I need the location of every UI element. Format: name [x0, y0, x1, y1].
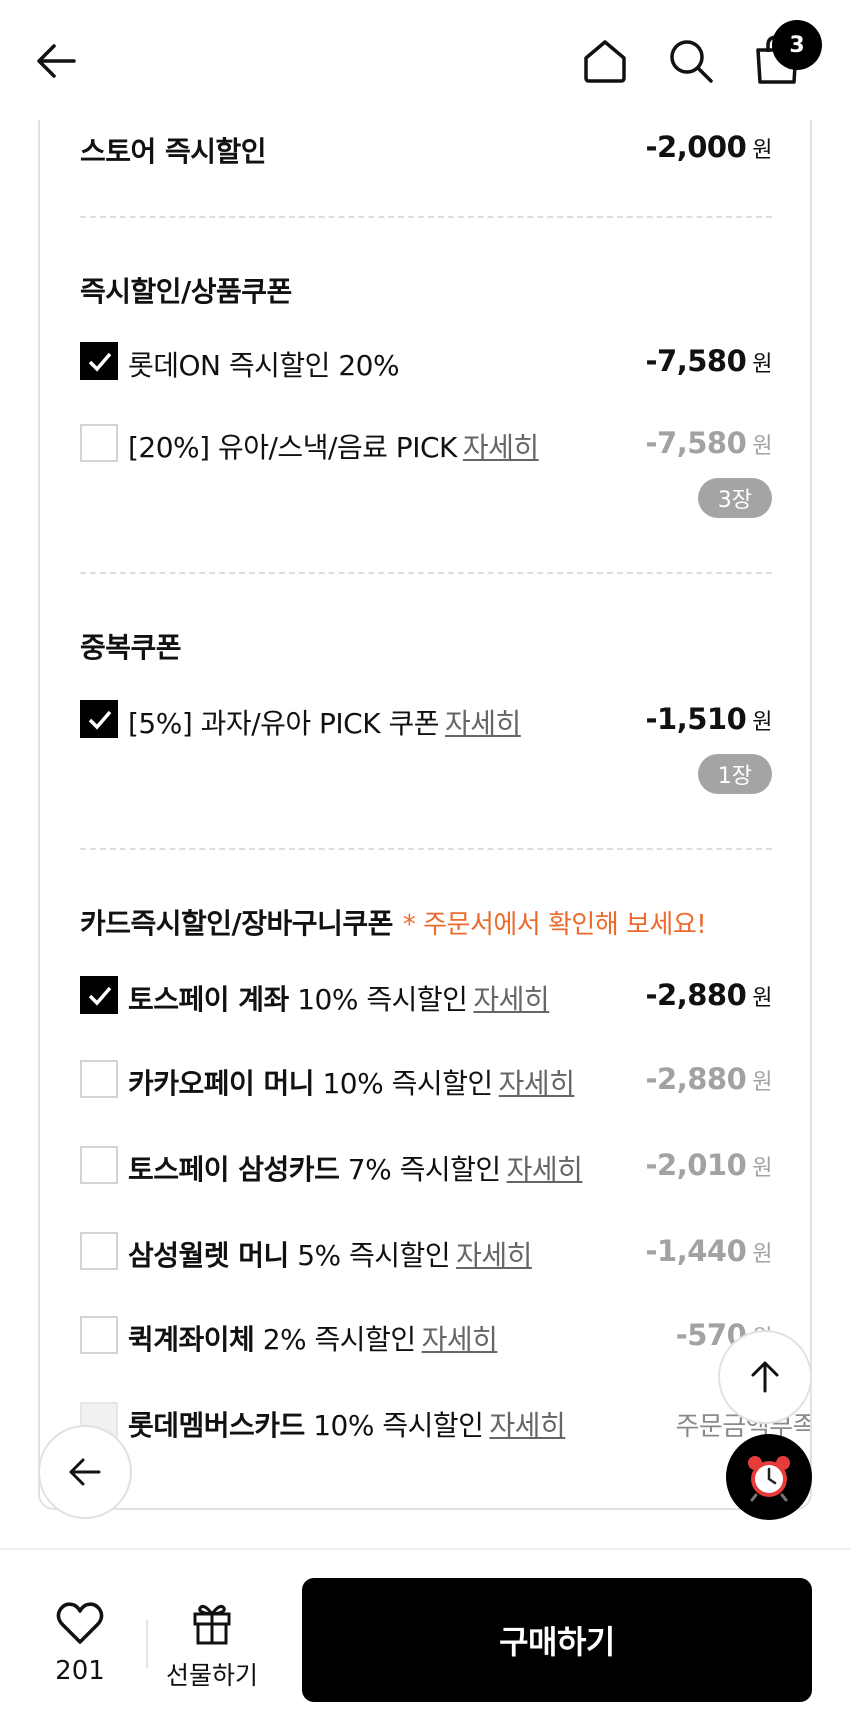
snack-pick-amount: -7,580 원 — [645, 426, 772, 460]
divider — [80, 848, 772, 850]
floating-back-button[interactable] — [38, 1425, 132, 1519]
detail-link[interactable]: 자세히 — [473, 983, 549, 1016]
gift-button[interactable]: 선물하기 — [160, 1598, 264, 1698]
instant-coupon-title: 즉시할인/상품쿠폰 — [80, 275, 292, 308]
lotte-members-label: 롯데멤버스카드 10% 즉시할인 자세히 — [128, 1409, 566, 1442]
snack-pick-label: [20%] 유아/스낵/음료 PICK 자세히 — [128, 431, 539, 464]
snack-baby-pick-amount: -1,510 원 — [645, 702, 772, 736]
back-arrow-icon[interactable] — [30, 34, 84, 88]
checkbox-quick-transfer[interactable] — [80, 1316, 118, 1354]
bottom-action-bar: 201 선물하기 구매하기 — [0, 1548, 850, 1728]
detail-link[interactable]: 자세히 — [507, 1153, 583, 1186]
quick-transfer-label: 퀵계좌이체 2% 즉시할인 자세히 — [128, 1323, 498, 1356]
duplicate-coupon-title: 중복쿠폰 — [80, 631, 182, 664]
alarm-clock-icon — [748, 1456, 790, 1502]
card-discount-title: 카드즉시할인/장바구니쿠폰 * 주문서에서 확인해 보세요! — [80, 907, 707, 940]
store-discount-amount: -2,000 원 — [645, 130, 772, 164]
like-count: 201 — [55, 1656, 105, 1686]
checkbox-kakaopay-money[interactable] — [80, 1060, 118, 1098]
divider — [80, 572, 772, 574]
heart-icon — [56, 1602, 104, 1644]
tosspay-samsung-amount: -2,010 원 — [645, 1148, 772, 1182]
checkbox-samsung-wallet[interactable] — [80, 1232, 118, 1270]
store-discount-label: 스토어 즉시할인 — [80, 135, 267, 168]
lotteon-instant-label: 롯데ON 즉시할인 20% — [128, 349, 400, 382]
checkbox-tosspay-account[interactable] — [80, 976, 118, 1014]
tosspay-samsung-label: 토스페이 삼성카드 7% 즉시할인 자세히 — [128, 1153, 583, 1186]
search-icon[interactable] — [664, 34, 718, 88]
detail-link[interactable]: 자세히 — [463, 431, 539, 464]
checkbox-tosspay-samsung[interactable] — [80, 1146, 118, 1184]
lotteon-instant-amount: -7,580 원 — [645, 344, 772, 378]
top-header: 3 — [0, 0, 850, 120]
alarm-clock-button[interactable] — [726, 1434, 812, 1520]
cart-count-badge: 3 — [772, 20, 822, 70]
coupon-count-badge: 1장 — [697, 754, 772, 794]
checkbox-lotteon-instant[interactable] — [80, 342, 118, 380]
divider — [80, 216, 772, 218]
detail-link[interactable]: 자세히 — [499, 1067, 575, 1100]
buy-button[interactable]: 구매하기 — [302, 1578, 812, 1702]
arrow-left-icon — [69, 1458, 101, 1486]
checkbox-snack-baby-pick[interactable] — [80, 700, 118, 738]
card-discount-note: * 주문서에서 확인해 보세요! — [402, 910, 707, 940]
detail-link[interactable]: 자세히 — [456, 1239, 532, 1272]
arrow-up-icon — [751, 1361, 779, 1393]
gift-icon — [193, 1605, 231, 1645]
samsung-wallet-label: 삼성월렛 머니 5% 즉시할인 자세히 — [128, 1239, 532, 1272]
samsung-wallet-amount: -1,440 원 — [645, 1234, 772, 1268]
detail-link[interactable]: 자세히 — [445, 707, 521, 740]
tosspay-account-label: 토스페이 계좌 10% 즉시할인 자세히 — [128, 983, 550, 1016]
detail-link[interactable]: 자세히 — [422, 1323, 498, 1356]
snack-baby-pick-label: [5%] 과자/유아 PICK 쿠폰 자세히 — [128, 707, 521, 740]
kakaopay-money-label: 카카오페이 머니 10% 즉시할인 자세히 — [128, 1067, 575, 1100]
kakaopay-money-amount: -2,880 원 — [645, 1062, 772, 1096]
home-icon[interactable] — [578, 34, 632, 88]
checkbox-snack-pick[interactable] — [80, 424, 118, 462]
divider — [146, 1620, 148, 1668]
gift-label: 선물하기 — [165, 1661, 258, 1690]
coupon-count-badge: 3장 — [697, 478, 772, 518]
scroll-top-button[interactable] — [718, 1330, 812, 1424]
like-button[interactable]: 201 — [40, 1598, 120, 1698]
discount-card: 스토어 즉시할인 -2,000 원 즉시할인/상품쿠폰 롯데ON 즉시할인 20%… — [38, 90, 812, 1510]
tosspay-account-amount: -2,880 원 — [645, 978, 772, 1012]
detail-link[interactable]: 자세히 — [489, 1409, 565, 1442]
